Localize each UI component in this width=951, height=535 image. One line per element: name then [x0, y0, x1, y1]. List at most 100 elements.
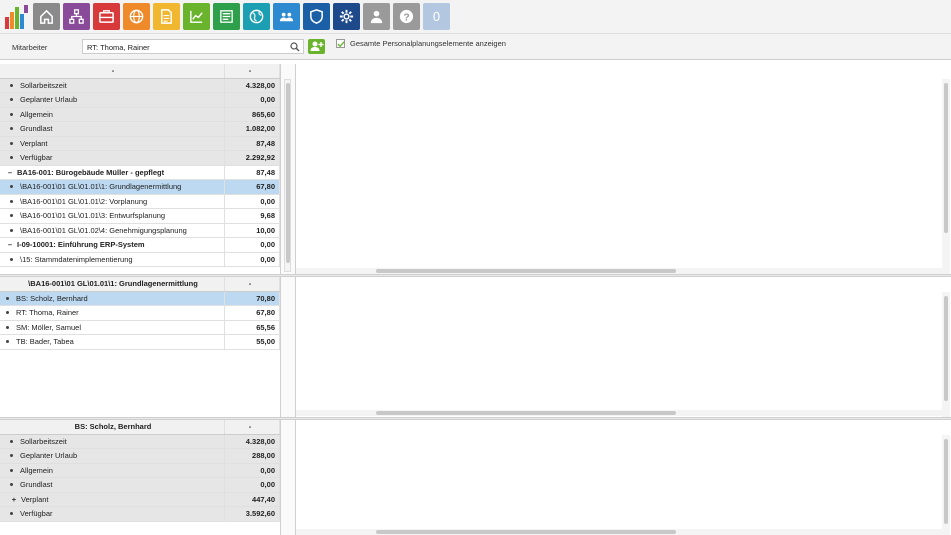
toolbar-button-counter[interactable]: 0 [423, 3, 450, 30]
grid-hscroll-3[interactable] [296, 529, 942, 535]
tree-row-total: 288,00 [225, 449, 280, 463]
tree-row[interactable]: BS: Scholz, Bernhard 70,80 [0, 291, 280, 306]
tree-row[interactable]: \BA16-001\01 GL\01.01\3: Entwurfsplanung… [0, 209, 280, 224]
tree-row[interactable]: TB: Bader, Tabea 55,00 [0, 335, 280, 350]
tree-row[interactable]: – BA16-001: Bürogebäude Müller - gepflegt… [0, 165, 280, 180]
toolbar-button-line-chart[interactable] [183, 3, 210, 30]
tree-row[interactable]: Grundlast 0,00 [0, 478, 280, 493]
toolbar-button-help[interactable]: ? [393, 3, 420, 30]
help-icon: ? [399, 9, 414, 23]
tree-row-label-cell: + Verplant [0, 492, 225, 506]
employee-input[interactable] [87, 42, 287, 52]
main-toolbar: ? 0 [0, 0, 951, 34]
tree-row-total: 1.082,00 [225, 122, 280, 136]
tree-scrollbar-1-thumb[interactable] [286, 83, 290, 263]
tree-row[interactable]: Grundlast 1.082,00 [0, 122, 280, 137]
home-icon [40, 9, 53, 24]
tree-row-label: \BA16-001\01 GL\01.01\3: Entwurfsplanung [20, 211, 166, 221]
tree-row[interactable]: \BA16-001\01 GL\01.01\2: Vorplanung 0,00 [0, 194, 280, 209]
task-pane: \BA16-001\01 GL\01.01\1: Grundlagenermit… [0, 277, 951, 417]
tree-row[interactable]: Verplant 87,48 [0, 136, 280, 151]
tree-row-total: 4.328,00 [225, 434, 280, 448]
tree-row-label: BA16-001: Bürogebäude Müller - gepflegt [17, 167, 165, 177]
tree-row[interactable]: + Verplant 447,40 [0, 492, 280, 507]
tree-row[interactable]: Allgemein 865,60 [0, 107, 280, 122]
tree-row[interactable]: Geplanter Urlaub 288,00 [0, 449, 280, 464]
tree-row[interactable]: Sollarbeitszeit 4.328,00 [0, 78, 280, 93]
toolbar-button-user[interactable] [363, 3, 390, 30]
tree-row-total: 70,80 [225, 291, 280, 305]
tree-row-total: 87,48 [225, 136, 280, 150]
toolbar-button-home[interactable] [33, 3, 60, 30]
employee-label: Mitarbeiter [12, 43, 48, 52]
toolbar-button-document[interactable] [153, 3, 180, 30]
tree-scrollbar-1[interactable] [284, 79, 291, 272]
column-header-total[interactable]: - [225, 420, 280, 434]
tree-row-label: \BA16-001\01 GL\01.01\1: Grundlagenermit… [20, 182, 182, 192]
column-header-total[interactable]: - [225, 64, 280, 78]
tree-row[interactable]: SM: Möller, Samuel 65,56 [0, 320, 280, 335]
grid-scrollbar-1-thumb[interactable] [944, 83, 948, 233]
grid-scrollbar-3-thumb[interactable] [944, 439, 948, 524]
toolbar-button-world[interactable] [243, 3, 270, 30]
column-header-label[interactable]: BS: Scholz, Bernhard [0, 420, 225, 434]
tree-row-label: \BA16-001\01 GL\01.02\4: Genehmigungspla… [20, 225, 187, 235]
toolbar-button-group[interactable] [273, 3, 300, 30]
show-all-label: Gesamte Personalplanungselemente anzeige… [350, 39, 506, 48]
tree-row-label-cell: \BA16-001\01 GL\01.01\1: Grundlagenermit… [0, 180, 225, 194]
toolbar-button-list[interactable] [213, 3, 240, 30]
world-icon [249, 9, 264, 24]
tree-row[interactable]: – I-09-10001: Einführung ERP-System 0,00 [0, 238, 280, 253]
grid-scrollbar-3[interactable] [942, 435, 950, 535]
collapse-icon[interactable]: – [6, 240, 14, 249]
column-header-label[interactable]: \BA16-001\01 GL\01.01\1: Grundlagenermit… [0, 277, 225, 291]
tree-row-total: 447,40 [225, 492, 280, 506]
tree-row-label-cell: TB: Bader, Tabea [0, 335, 225, 349]
tree-row[interactable]: \15: Stammdatenimplementierung 0,00 [0, 252, 280, 267]
search-icon[interactable] [290, 42, 300, 52]
tree-row[interactable]: \BA16-001\01 GL\01.01\1: Grundlagenermit… [0, 180, 280, 195]
column-header-label[interactable]: - [0, 64, 225, 78]
grid-scrollbar-1[interactable] [942, 79, 950, 274]
add-employee-button[interactable] [308, 39, 325, 54]
bullet-icon [10, 439, 13, 443]
splitter-3[interactable] [280, 420, 296, 535]
toolbar-button-gear[interactable] [333, 3, 360, 30]
grid-scrollbar-2[interactable] [942, 292, 950, 417]
tree-row[interactable]: Allgemein 0,00 [0, 463, 280, 478]
line-chart-icon [190, 10, 203, 23]
bullet-icon [10, 185, 13, 189]
pane1-header-row: -- [0, 64, 280, 79]
toolbar-button-shield[interactable] [303, 3, 330, 30]
tree-row[interactable]: Geplanter Urlaub 0,00 [0, 93, 280, 108]
tree-row-label-cell: – BA16-001: Bürogebäude Müller - gepflegt [0, 165, 225, 179]
tree-row-label-cell: Verfügbar [0, 507, 225, 521]
grid-hscroll-3-thumb[interactable] [376, 530, 676, 534]
app-logo [5, 5, 28, 29]
grid-hscroll-2[interactable] [296, 410, 942, 416]
collapse-icon[interactable]: – [6, 168, 14, 177]
tree-row[interactable]: RT: Thoma, Rainer 67,80 [0, 306, 280, 321]
toolbar-button-briefcase[interactable] [93, 3, 120, 30]
tree-row-total: 87,48 [225, 165, 280, 179]
grid-scrollbar-2-thumb[interactable] [944, 296, 948, 401]
expand-icon[interactable]: + [10, 495, 18, 504]
show-all-checkbox[interactable] [336, 39, 345, 48]
column-header-total[interactable]: - [225, 277, 280, 291]
svg-text:?: ? [403, 12, 409, 23]
tree-row-total: 3.592,60 [225, 507, 280, 521]
tree-row[interactable]: Verfügbar 2.292,92 [0, 151, 280, 166]
tree-row-label-cell: Verfügbar [0, 151, 225, 165]
employee-combobox[interactable] [82, 39, 304, 54]
tree-row-total: 65,56 [225, 320, 280, 334]
tree-row[interactable]: \BA16-001\01 GL\01.02\4: Genehmigungspla… [0, 223, 280, 238]
grid-hscroll-1-thumb[interactable] [376, 269, 676, 273]
splitter-2[interactable] [280, 277, 296, 417]
toolbar-button-org-chart[interactable] [63, 3, 90, 30]
briefcase-icon [99, 10, 114, 23]
tree-row[interactable]: Sollarbeitszeit 4.328,00 [0, 434, 280, 449]
toolbar-button-globe[interactable] [123, 3, 150, 30]
tree-row-label-cell: SM: Möller, Samuel [0, 320, 225, 334]
tree-row[interactable]: Verfügbar 3.592,60 [0, 507, 280, 522]
grid-hscroll-2-thumb[interactable] [376, 411, 676, 415]
